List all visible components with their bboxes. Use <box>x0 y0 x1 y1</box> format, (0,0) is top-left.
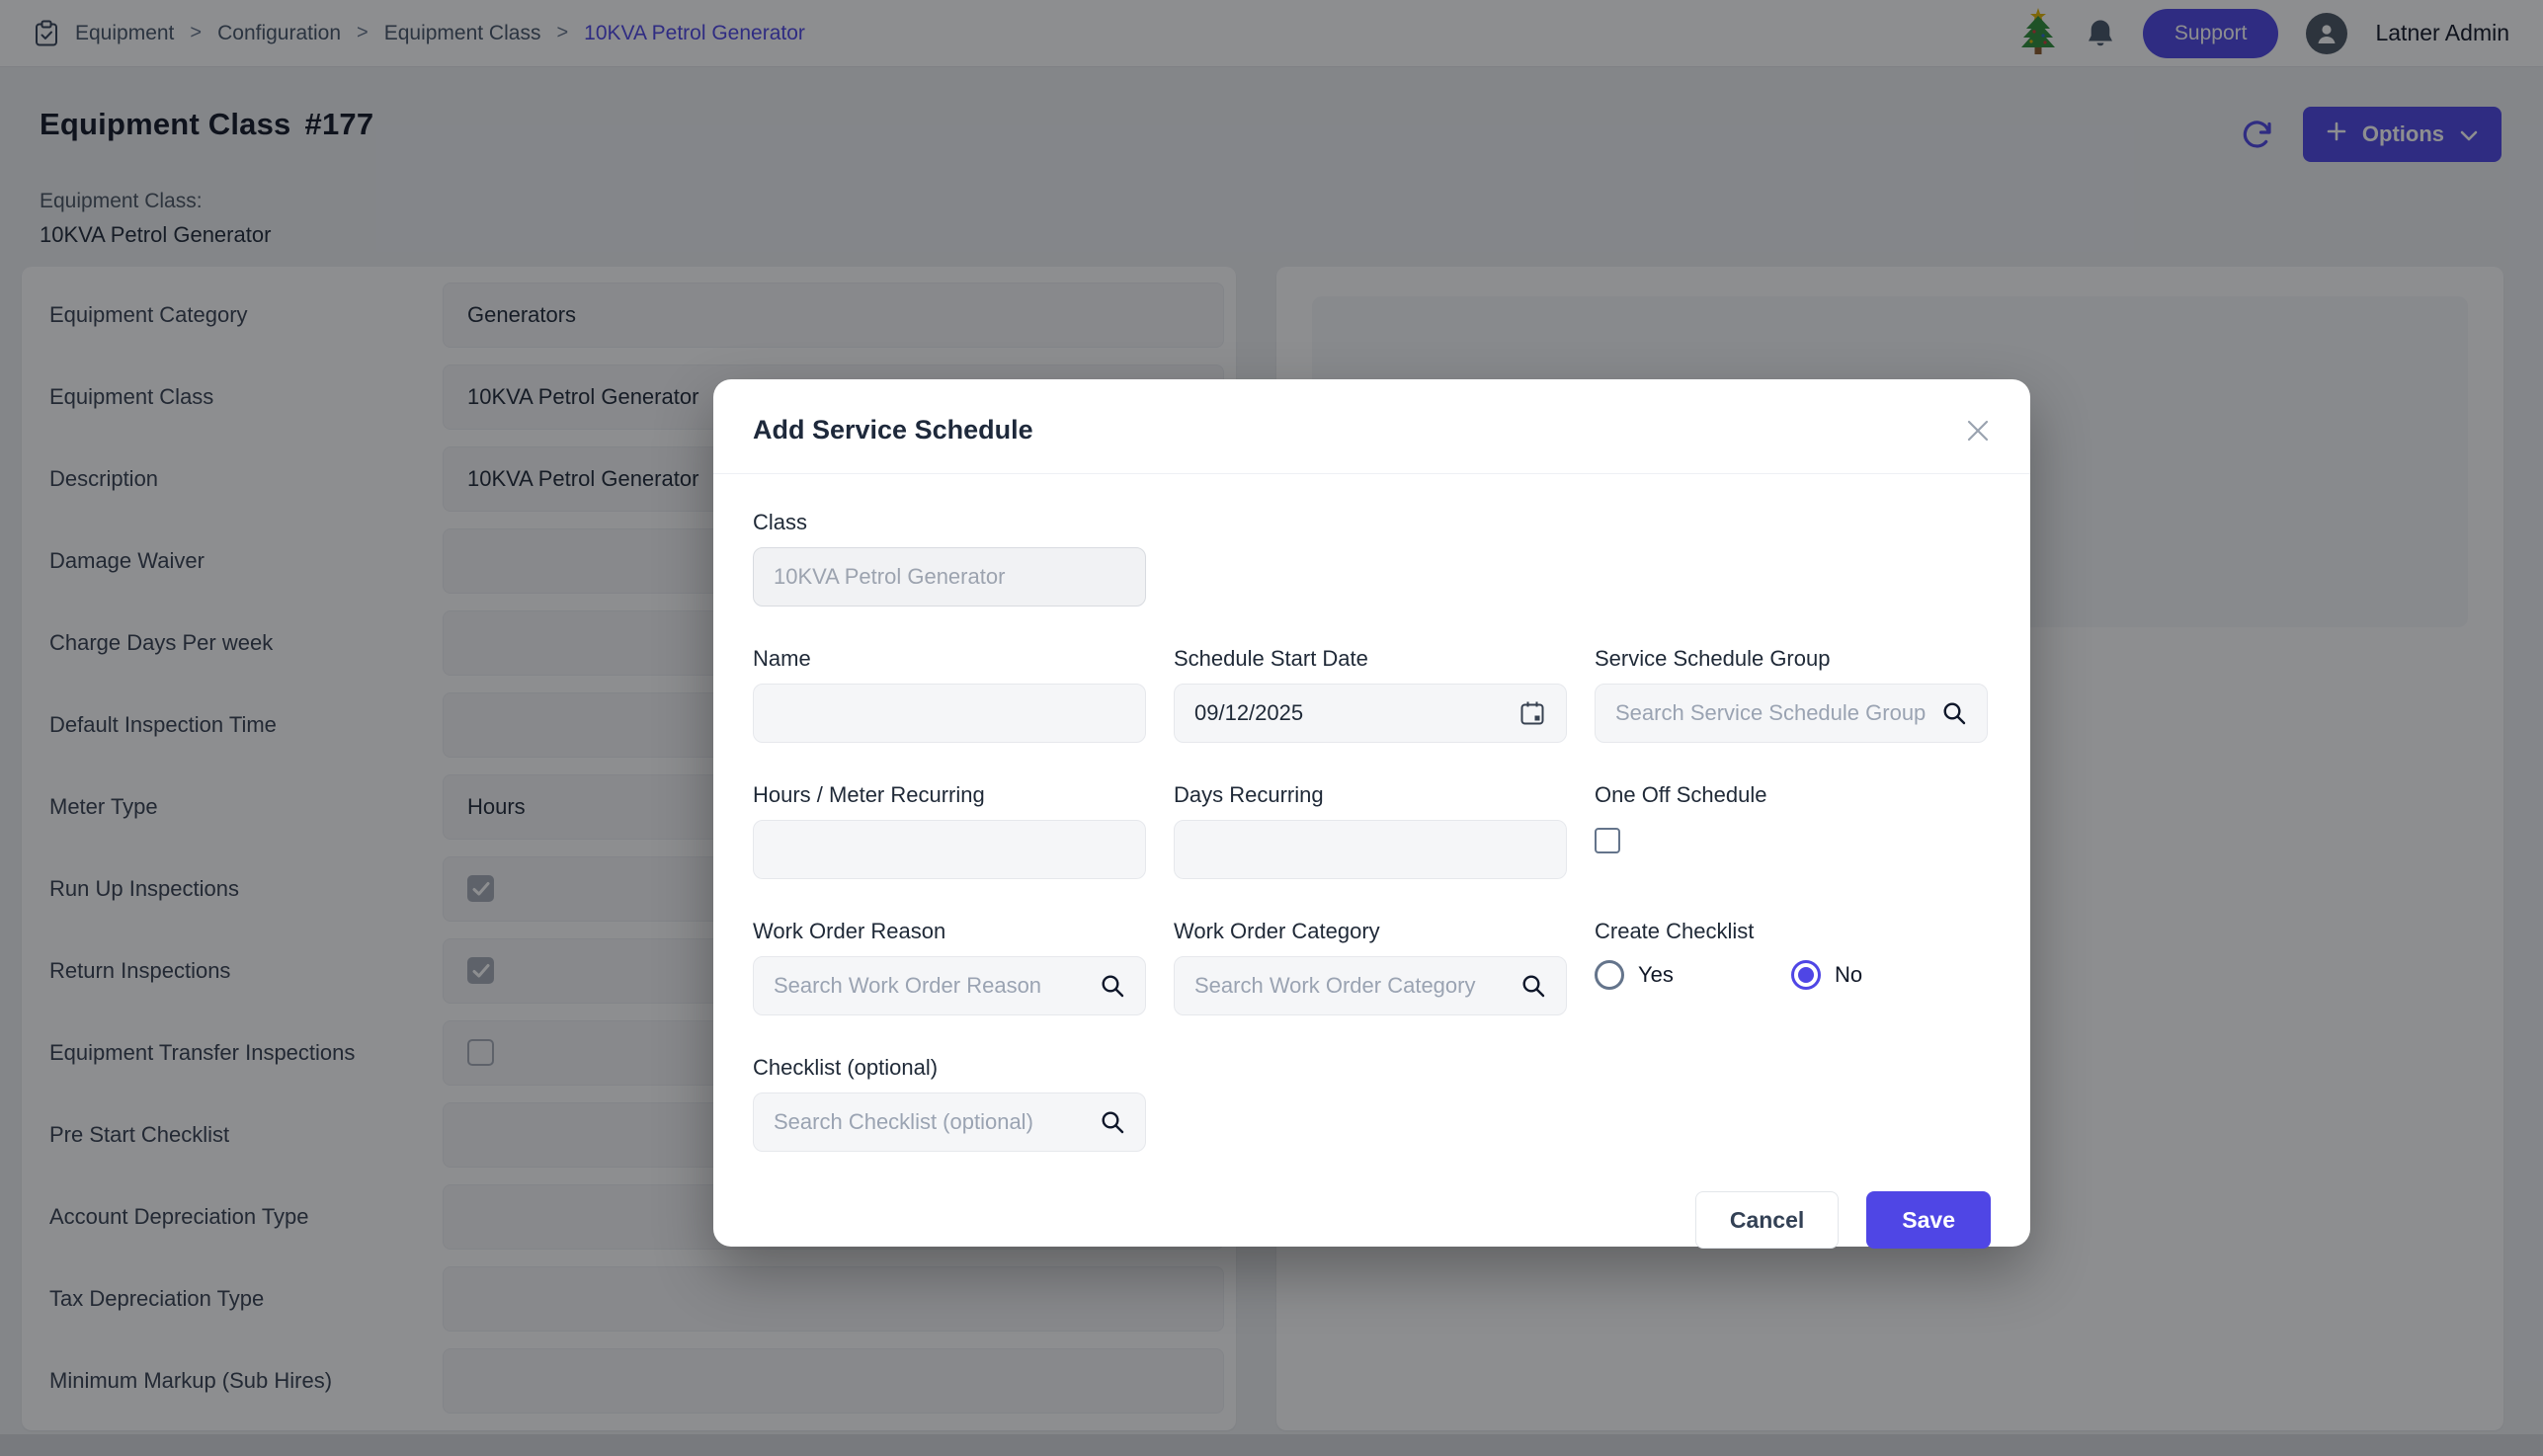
class-value: 10KVA Petrol Generator <box>774 564 1005 590</box>
cancel-button[interactable]: Cancel <box>1695 1191 1839 1249</box>
radio-no[interactable] <box>1791 960 1821 990</box>
work-order-category-field[interactable] <box>1174 956 1567 1015</box>
one-off-schedule-checkbox[interactable] <box>1595 828 1620 853</box>
save-button[interactable]: Save <box>1866 1191 1991 1249</box>
radio-yes[interactable] <box>1595 960 1624 990</box>
create-checklist-label: Create Checklist <box>1595 919 1988 944</box>
checklist-optional-input[interactable] <box>774 1109 1088 1135</box>
work-order-reason-label: Work Order Reason <box>753 919 1146 944</box>
calendar-icon[interactable] <box>1518 699 1546 727</box>
close-icon[interactable] <box>1965 418 1991 444</box>
hours-meter-recurring-field[interactable] <box>753 820 1146 879</box>
service-schedule-group-input[interactable] <box>1615 700 1929 726</box>
work-order-reason-field[interactable] <box>753 956 1146 1015</box>
service-schedule-group-label: Service Schedule Group <box>1595 646 1988 672</box>
work-order-reason-input[interactable] <box>774 973 1088 999</box>
name-label: Name <box>753 646 1146 672</box>
work-order-category-label: Work Order Category <box>1174 919 1567 944</box>
service-schedule-group-field[interactable] <box>1595 684 1988 743</box>
search-icon[interactable] <box>1941 700 1967 726</box>
schedule-start-date-field[interactable]: 09/12/2025 <box>1174 684 1567 743</box>
hours-meter-recurring-input[interactable] <box>774 837 1125 862</box>
create-checklist-option-no[interactable]: No <box>1791 960 1988 990</box>
name-field[interactable] <box>753 684 1146 743</box>
class-label: Class <box>753 510 1991 535</box>
add-service-schedule-modal: Add Service Schedule Class 10KVA Petrol … <box>713 379 2030 1247</box>
hours-meter-recurring-label: Hours / Meter Recurring <box>753 782 1146 808</box>
checklist-optional-field[interactable] <box>753 1092 1146 1152</box>
create-checklist-option-yes[interactable]: Yes <box>1595 960 1791 990</box>
class-field: 10KVA Petrol Generator <box>753 547 1146 607</box>
schedule-start-date-value[interactable]: 09/12/2025 <box>1194 700 1507 726</box>
modal-title: Add Service Schedule <box>753 415 1033 445</box>
work-order-category-input[interactable] <box>1194 973 1509 999</box>
search-icon[interactable] <box>1100 1109 1125 1135</box>
one-off-schedule-label: One Off Schedule <box>1595 782 1988 808</box>
checklist-optional-label: Checklist (optional) <box>753 1055 1991 1081</box>
days-recurring-label: Days Recurring <box>1174 782 1567 808</box>
name-input[interactable] <box>774 700 1125 726</box>
days-recurring-field[interactable] <box>1174 820 1567 879</box>
schedule-start-date-label: Schedule Start Date <box>1174 646 1567 672</box>
search-icon[interactable] <box>1520 973 1546 999</box>
search-icon[interactable] <box>1100 973 1125 999</box>
days-recurring-input[interactable] <box>1194 837 1546 862</box>
